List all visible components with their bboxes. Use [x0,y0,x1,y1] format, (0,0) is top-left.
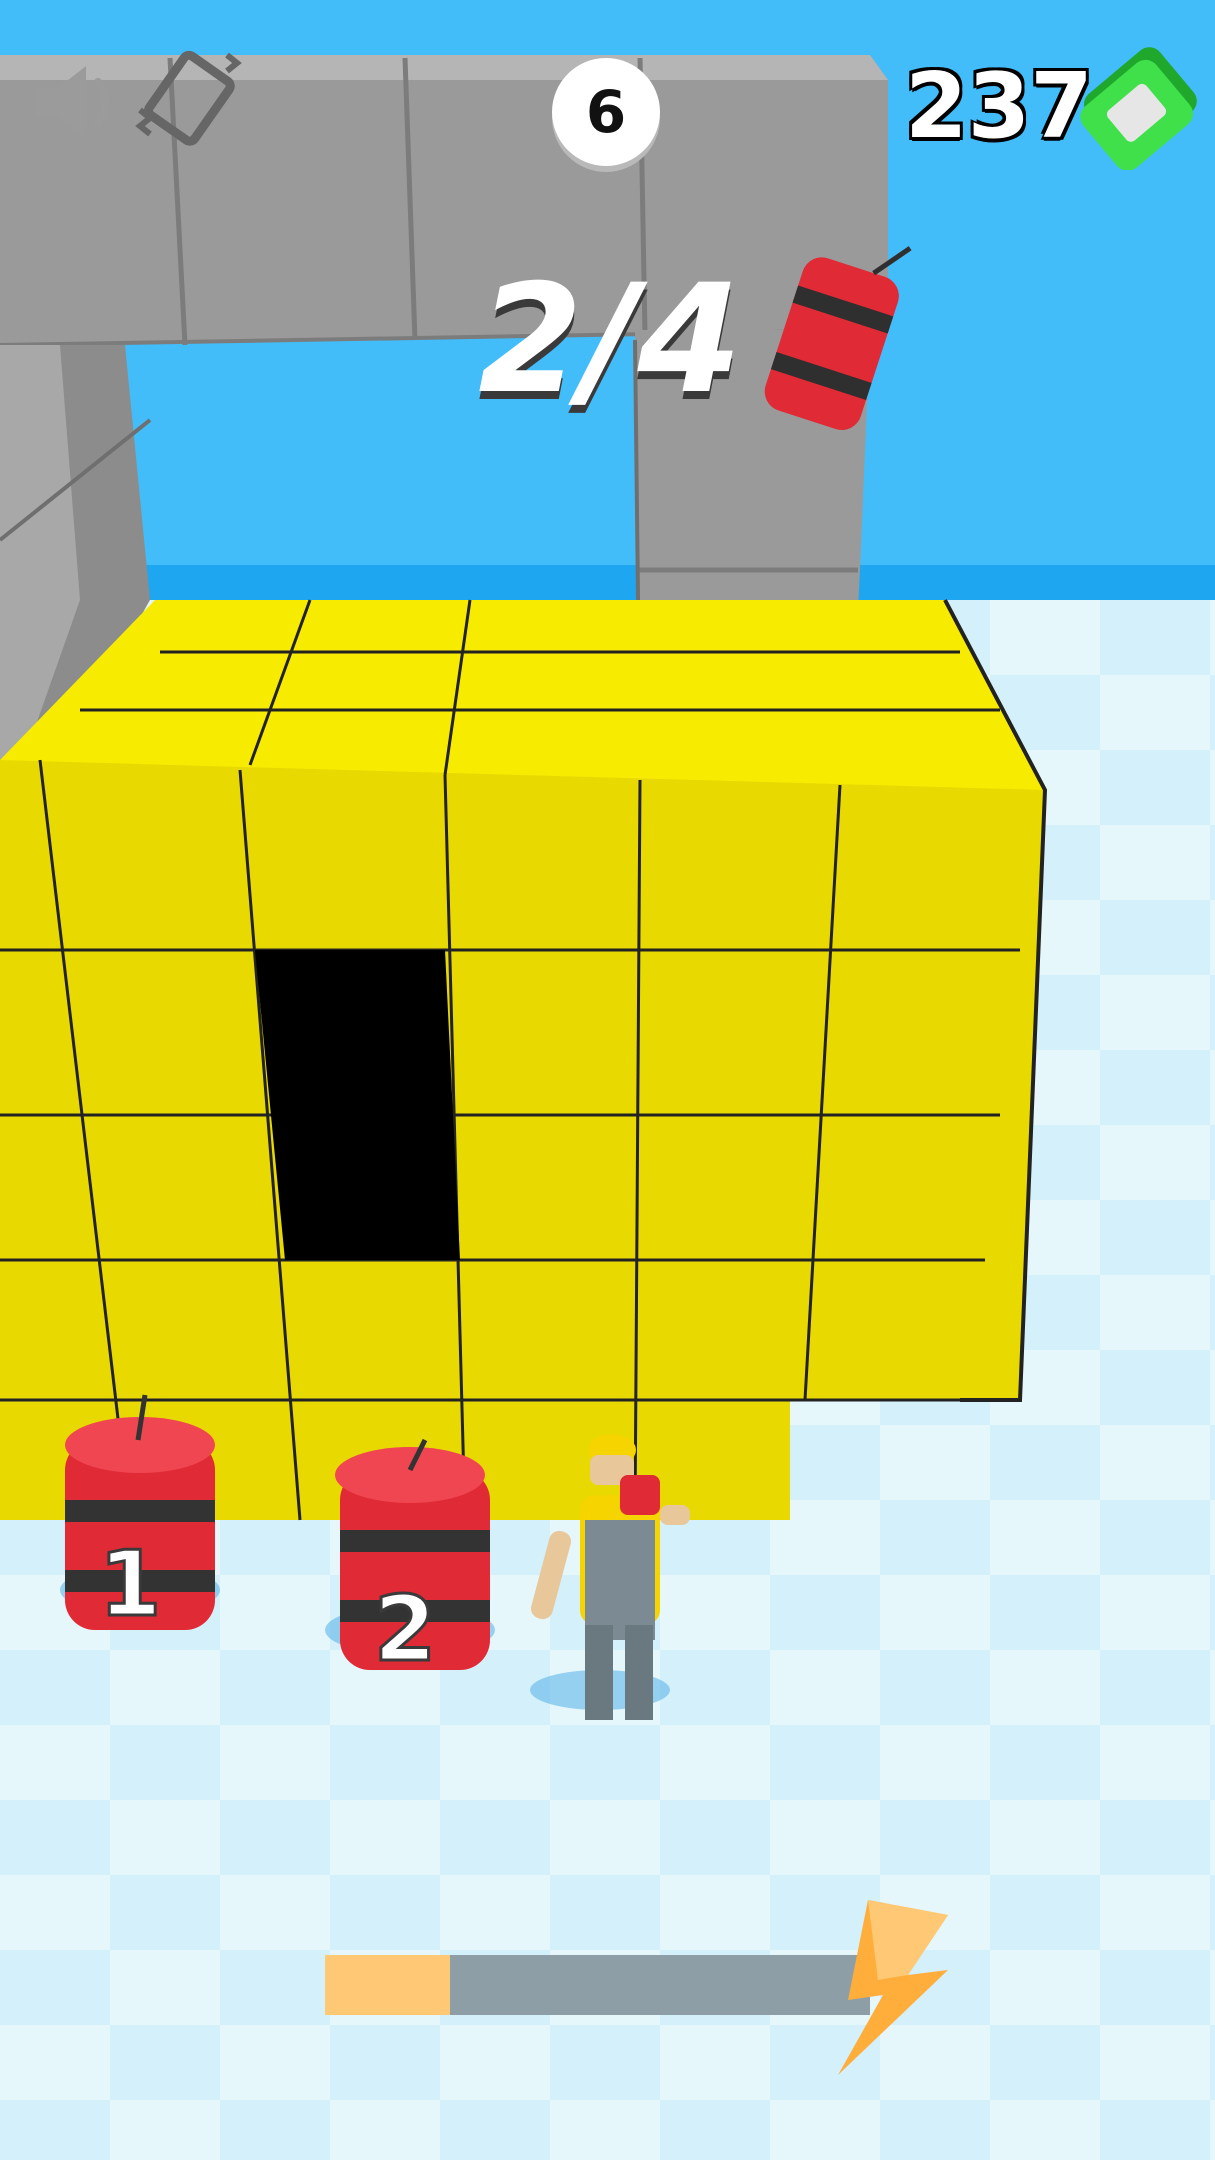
dynamite-stack-1[interactable]: 1 [65,1394,215,1639]
speaker-icon[interactable] [28,60,123,145]
horizon-water [0,565,1215,605]
cash-count: 237 [905,54,1093,159]
dynamite-progress-counter: 2/4 [478,253,742,427]
lightning-bolt-icon[interactable] [838,1900,958,2075]
yellow-block-wall [0,599,1048,1521]
wall-hole [255,950,460,1260]
cash-bill-icon [1080,47,1197,170]
dynamite-stack-2-label: 2 [374,1577,437,1682]
phone-vibrate-icon[interactable] [132,40,247,155]
dynamite-stack-2[interactable]: 2 [335,1438,490,1684]
level-badge: 6 [552,58,660,166]
power-progress-fill [325,1955,451,2015]
dynamite-stack-1-label: 1 [99,1532,162,1637]
power-progress-bar [325,1955,870,2015]
